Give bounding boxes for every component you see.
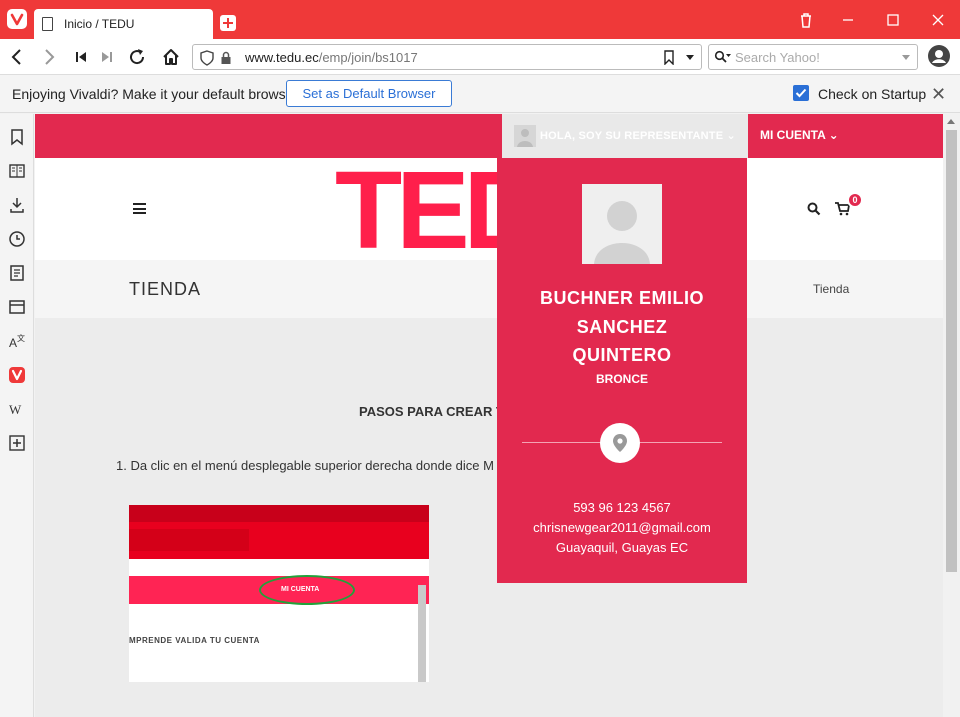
hamburger-menu-icon[interactable]: [133, 203, 146, 214]
trash-icon[interactable]: [796, 10, 816, 30]
web-page: HOLA, SOY SU REPRESENTANTE ⌄ MI CUENTA ⌄…: [35, 114, 943, 717]
screenshot-scrollbar: [418, 585, 426, 682]
scroll-up-arrow-icon[interactable]: [947, 119, 955, 124]
step-1-text: 1. Da clic en el menú desplegable superi…: [116, 458, 494, 473]
default-browser-notification: Enjoying Vivaldi? Make it your default b…: [0, 75, 960, 113]
site-header: TEDU 0: [35, 156, 943, 266]
maximize-icon[interactable]: [883, 10, 903, 30]
tab-title: Inicio / TEDU: [64, 17, 135, 31]
fast-forward-icon[interactable]: [96, 46, 118, 68]
page-title: TIENDA: [129, 279, 202, 299]
steps-heading: PASOS PARA CREAR T: [359, 404, 504, 419]
reload-icon[interactable]: [126, 46, 148, 68]
page-scrollbar[interactable]: [943, 114, 960, 717]
address-bar: www.tedu.ec/emp/join/bs1017: [0, 39, 960, 75]
instruction-screenshot: MI CUENTA MPRENDE VALIDA TU CUENTA: [129, 505, 429, 682]
user-silhouette-icon: [517, 129, 533, 147]
representative-photo: [582, 184, 662, 264]
bookmark-icon[interactable]: [663, 50, 675, 65]
history-icon[interactable]: [8, 230, 26, 248]
chevron-down-icon: ⌄: [828, 128, 839, 142]
scrollbar-thumb[interactable]: [946, 130, 957, 572]
url-field[interactable]: www.tedu.ec/emp/join/bs1017: [192, 44, 702, 70]
representative-name: BUCHNER EMILIO SANCHEZ QUINTERO: [497, 284, 747, 370]
chevron-down-icon: ⌄: [726, 130, 736, 142]
screenshot-nav-links: MPRENDE VALIDA TU CUENTA: [129, 636, 260, 645]
minimize-icon[interactable]: [838, 10, 858, 30]
search-engine-icon[interactable]: [714, 50, 732, 64]
svg-text:W: W: [9, 402, 22, 417]
back-icon[interactable]: [6, 46, 28, 68]
page-icon: [42, 17, 53, 31]
svg-text:文: 文: [17, 333, 25, 343]
location-pin-badge: [600, 423, 640, 463]
url-text: www.tedu.ec/emp/join/bs1017: [245, 50, 418, 65]
reading-list-icon[interactable]: [8, 162, 26, 180]
representative-label: HOLA, SOY SU REPRESENTANTE ⌄: [540, 129, 736, 142]
map-pin-icon: [613, 434, 627, 452]
search-field[interactable]: [708, 44, 918, 70]
profile-icon[interactable]: [927, 44, 951, 68]
user-silhouette-icon: [594, 201, 650, 264]
shield-icon[interactable]: [200, 50, 214, 66]
vivaldi-menu-icon[interactable]: [7, 9, 27, 29]
translate-icon[interactable]: A文: [8, 332, 26, 350]
set-default-browser-button[interactable]: Set as Default Browser: [286, 80, 452, 107]
notification-close-icon[interactable]: ✕: [931, 84, 946, 105]
lock-icon: [221, 51, 231, 64]
screenshot-account-label: MI CUENTA: [281, 586, 320, 593]
url-dropdown-icon[interactable]: [685, 54, 695, 62]
new-tab-button[interactable]: [220, 15, 236, 31]
search-dropdown-icon[interactable]: [901, 54, 911, 62]
representative-email[interactable]: chrisnewgear2011@gmail.com: [497, 520, 747, 535]
forward-icon[interactable]: [38, 46, 60, 68]
breadcrumb[interactable]: Tienda: [813, 282, 849, 296]
representative-name-line-3: QUINTERO: [572, 345, 672, 365]
search-input[interactable]: [735, 48, 895, 66]
representative-avatar: [514, 125, 536, 147]
cart-count-badge: 0: [847, 192, 863, 208]
my-account-menu[interactable]: MI CUENTA ⌄: [760, 128, 839, 142]
svg-text:A: A: [9, 336, 17, 350]
bookmarks-icon[interactable]: [8, 128, 26, 146]
search-icon[interactable]: [807, 202, 821, 216]
downloads-icon[interactable]: [8, 196, 26, 214]
representative-location: Guayaquil, Guayas EC: [555, 540, 689, 555]
screenshot-titlebar: [129, 505, 429, 522]
close-icon[interactable]: [928, 10, 948, 30]
representative-name-line-2: SANCHEZ: [576, 316, 668, 337]
url-host: www.tedu.ec: [245, 50, 319, 65]
representative-dropdown: BUCHNER EMILIO SANCHEZ QUINTERO BRONCE 5…: [497, 158, 747, 583]
representative-label-text: HOLA, SOY SU REPRESENTANTE: [540, 130, 724, 142]
wikipedia-icon[interactable]: W: [8, 400, 26, 418]
window-panel-icon[interactable]: [8, 298, 26, 316]
home-icon[interactable]: [160, 46, 182, 68]
representative-phone: 593 96 123 4567: [573, 500, 671, 515]
notes-icon[interactable]: [8, 264, 26, 282]
my-account-label: MI CUENTA: [760, 128, 826, 142]
check-on-startup-label: Check on Startup: [818, 86, 927, 102]
representative-name-line-1: BUCHNER EMILIO: [540, 288, 704, 308]
vivaldi-icon[interactable]: [8, 366, 26, 384]
rewind-icon[interactable]: [70, 46, 92, 68]
url-path: /emp/join/bs1017: [318, 50, 418, 65]
notification-message: Enjoying Vivaldi? Make it your default b…: [12, 86, 302, 102]
check-on-startup-checkbox[interactable]: [793, 85, 809, 101]
representative-level: BRONCE: [595, 372, 648, 386]
panel-sidebar: A文 W: [0, 114, 34, 717]
tab-bar: Inicio / TEDU: [0, 0, 960, 39]
page-title-bar: TIENDA Tienda: [35, 260, 943, 318]
checkmark-icon: [795, 88, 807, 98]
tab-active[interactable]: Inicio / TEDU: [34, 9, 213, 39]
screenshot-urlbar: [129, 529, 249, 551]
add-panel-icon[interactable]: [8, 434, 26, 452]
